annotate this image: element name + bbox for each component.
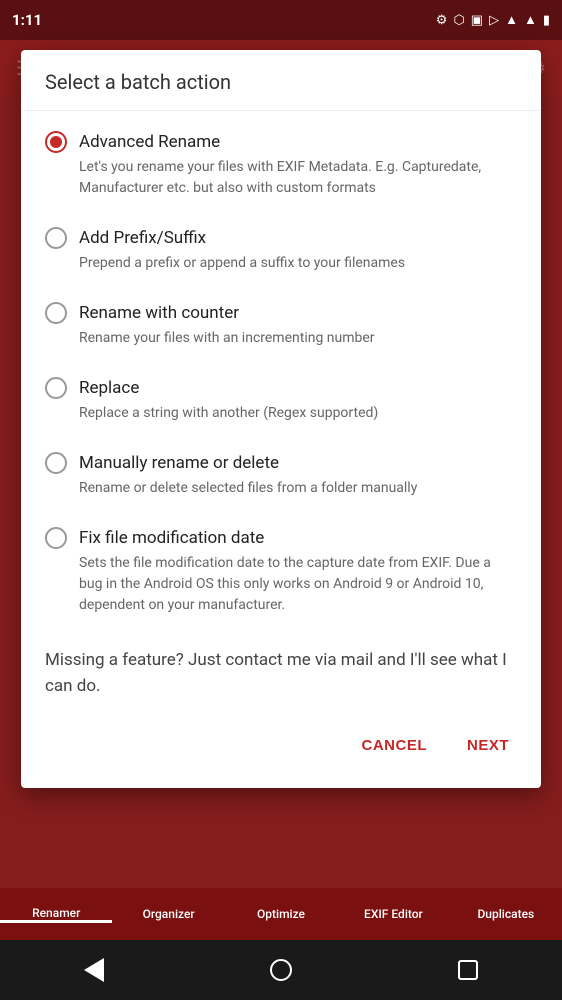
dialog-buttons: CANCEL NEXT <box>21 719 541 780</box>
radio-row-add-prefix-suffix[interactable]: Add Prefix/Suffix <box>45 227 517 249</box>
status-time: 1:11 <box>12 11 42 29</box>
radio-label-manually-rename: Manually rename or delete <box>79 453 279 473</box>
radio-row-manually-rename[interactable]: Manually rename or delete <box>45 452 517 474</box>
status-right: ⚙ ⬡ ▣ ▷ ▲ ▲ ▮ <box>436 12 550 28</box>
option-replace[interactable]: Replace Replace a string with another (R… <box>21 365 541 440</box>
recents-button[interactable] <box>448 950 488 990</box>
cancel-button[interactable]: CANCEL <box>345 727 443 764</box>
status-bar: 1:11 ⚙ ⬡ ▣ ▷ ▲ ▲ ▮ <box>0 0 562 40</box>
radio-circle-add-prefix-suffix[interactable] <box>45 227 67 249</box>
radio-desc-advanced-rename: Let's you rename your files with EXIF Me… <box>79 153 517 211</box>
radio-desc-replace: Replace a string with another (Regex sup… <box>79 399 517 436</box>
battery-icon: ▮ <box>543 13 550 28</box>
settings-status-icon: ⚙ <box>436 13 448 28</box>
radio-label-add-prefix-suffix: Add Prefix/Suffix <box>79 228 206 248</box>
app-bottom-tabs: Renamer Organizer Optimize EXIF Editor D… <box>0 888 562 940</box>
dialog-body: Advanced Rename Let's you rename your fi… <box>21 111 541 788</box>
radio-desc-rename-with-counter: Rename your files with an incrementing n… <box>79 324 517 361</box>
back-button[interactable] <box>74 950 114 990</box>
radio-desc-fix-modification-date: Sets the file modification date to the c… <box>79 549 517 628</box>
tab-duplicates[interactable]: Duplicates <box>450 907 562 921</box>
wifi-icon: ▲ <box>505 12 518 28</box>
shield-status-icon: ⬡ <box>453 13 464 28</box>
radio-circle-advanced-rename[interactable] <box>45 131 67 153</box>
back-icon <box>84 958 104 982</box>
radio-desc-manually-rename: Rename or delete selected files from a f… <box>79 474 517 511</box>
tab-exif-editor[interactable]: EXIF Editor <box>337 907 449 921</box>
option-advanced-rename[interactable]: Advanced Rename Let's you rename your fi… <box>21 119 541 215</box>
signal-icon: ▲ <box>524 12 537 28</box>
radio-label-advanced-rename: Advanced Rename <box>79 132 220 152</box>
option-fix-modification-date[interactable]: Fix file modification date Sets the file… <box>21 515 541 632</box>
next-button[interactable]: NEXT <box>451 727 525 764</box>
batch-action-dialog: Select a batch action Advanced Rename Le… <box>21 50 541 788</box>
clipboard-status-icon: ▣ <box>471 13 483 28</box>
dialog-title: Select a batch action <box>21 50 541 111</box>
radio-label-replace: Replace <box>79 378 139 398</box>
tab-organizer[interactable]: Organizer <box>112 907 224 921</box>
radio-row-rename-with-counter[interactable]: Rename with counter <box>45 302 517 324</box>
radio-label-rename-with-counter: Rename with counter <box>79 303 239 323</box>
radio-row-fix-modification-date[interactable]: Fix file modification date <box>45 527 517 549</box>
radio-label-fix-modification-date: Fix file modification date <box>79 528 264 548</box>
radio-row-advanced-rename[interactable]: Advanced Rename <box>45 131 517 153</box>
home-icon <box>270 959 292 981</box>
tab-renamer[interactable]: Renamer <box>0 906 112 923</box>
radio-circle-replace[interactable] <box>45 377 67 399</box>
system-nav-bar <box>0 940 562 1000</box>
radio-desc-add-prefix-suffix: Prepend a prefix or append a suffix to y… <box>79 249 517 286</box>
missing-feature-text: Missing a feature? Just contact me via m… <box>21 632 541 719</box>
dialog-overlay: Select a batch action Advanced Rename Le… <box>0 40 562 888</box>
option-rename-with-counter[interactable]: Rename with counter Rename your files wi… <box>21 290 541 365</box>
home-button[interactable] <box>261 950 301 990</box>
status-left: 1:11 <box>12 11 42 29</box>
tab-optimize[interactable]: Optimize <box>225 907 337 921</box>
radio-circle-fix-modification-date[interactable] <box>45 527 67 549</box>
radio-circle-manually-rename[interactable] <box>45 452 67 474</box>
option-manually-rename[interactable]: Manually rename or delete Rename or dele… <box>21 440 541 515</box>
recents-icon <box>458 960 478 980</box>
play-status-icon: ▷ <box>489 13 499 28</box>
radio-row-replace[interactable]: Replace <box>45 377 517 399</box>
option-add-prefix-suffix[interactable]: Add Prefix/Suffix Prepend a prefix or ap… <box>21 215 541 290</box>
radio-circle-rename-with-counter[interactable] <box>45 302 67 324</box>
